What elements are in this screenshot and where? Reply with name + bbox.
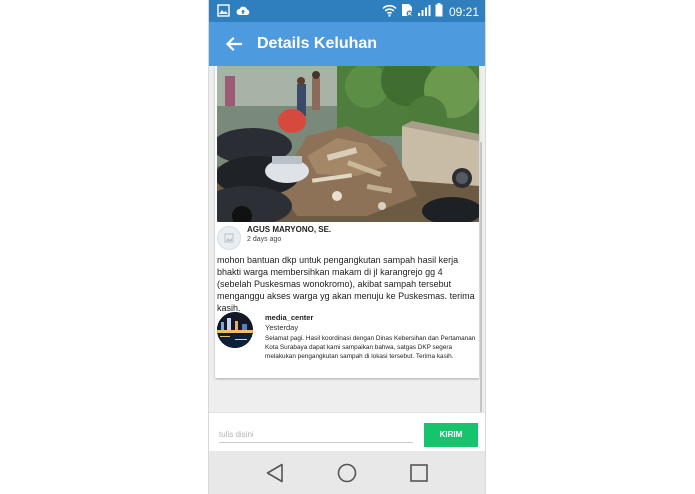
image-icon [217, 4, 230, 20]
phone-screen: 09:21 Details Keluhan AGUS MARYONO, SE. … [209, 0, 485, 494]
complaint-card: AGUS MARYONO, SE. 2 days ago mohon bantu… [215, 66, 479, 378]
nav-home-button[interactable] [334, 460, 360, 486]
page-title: Details Keluhan [257, 35, 378, 52]
complaint-photo[interactable] [217, 66, 479, 222]
triangle-back-icon [262, 463, 288, 490]
status-time: 09:21 [448, 4, 479, 19]
comment-bar: KIRIM [209, 412, 485, 451]
circle-home-icon [334, 463, 360, 490]
reply-text: Selamat pagi. Hasil koordinasi dengan Di… [265, 335, 476, 360]
app-bar: Details Keluhan [209, 22, 485, 66]
complaint-detail[interactable]: AGUS MARYONO, SE. 2 days ago mohon bantu… [209, 66, 485, 412]
complaint-author-row: AGUS MARYONO, SE. 2 days ago [217, 224, 477, 254]
back-button[interactable] [221, 31, 247, 57]
reply-time: Yesterday [265, 323, 299, 332]
avatar [217, 312, 253, 348]
nav-back-button[interactable] [262, 460, 288, 486]
arrow-left-icon [221, 36, 247, 61]
square-recents-icon [406, 464, 432, 490]
battery-icon [435, 3, 443, 20]
cloud-upload-icon [236, 4, 250, 20]
complaint-time: 2 days ago [247, 236, 282, 243]
comment-input[interactable] [219, 426, 413, 443]
system-nav-bar [209, 451, 485, 494]
signal-icon [417, 4, 431, 20]
reply-item: media_center Yesterday Selamat pagi. Has… [217, 312, 477, 372]
wifi-icon [382, 4, 397, 20]
nav-recents-button[interactable] [406, 460, 432, 486]
send-button[interactable]: KIRIM [424, 423, 478, 447]
complaint-author: AGUS MARYONO, SE. [247, 225, 332, 234]
reply-author: media_center [265, 313, 314, 322]
no-sim-icon [401, 3, 413, 20]
status-bar: 09:21 [209, 0, 485, 22]
scrollbar[interactable] [480, 142, 482, 412]
image-placeholder-icon [218, 233, 240, 253]
complaint-text: mohon bantuan dkp untuk pengangkutan sam… [217, 255, 475, 313]
divider [217, 379, 479, 380]
avatar [217, 226, 241, 250]
